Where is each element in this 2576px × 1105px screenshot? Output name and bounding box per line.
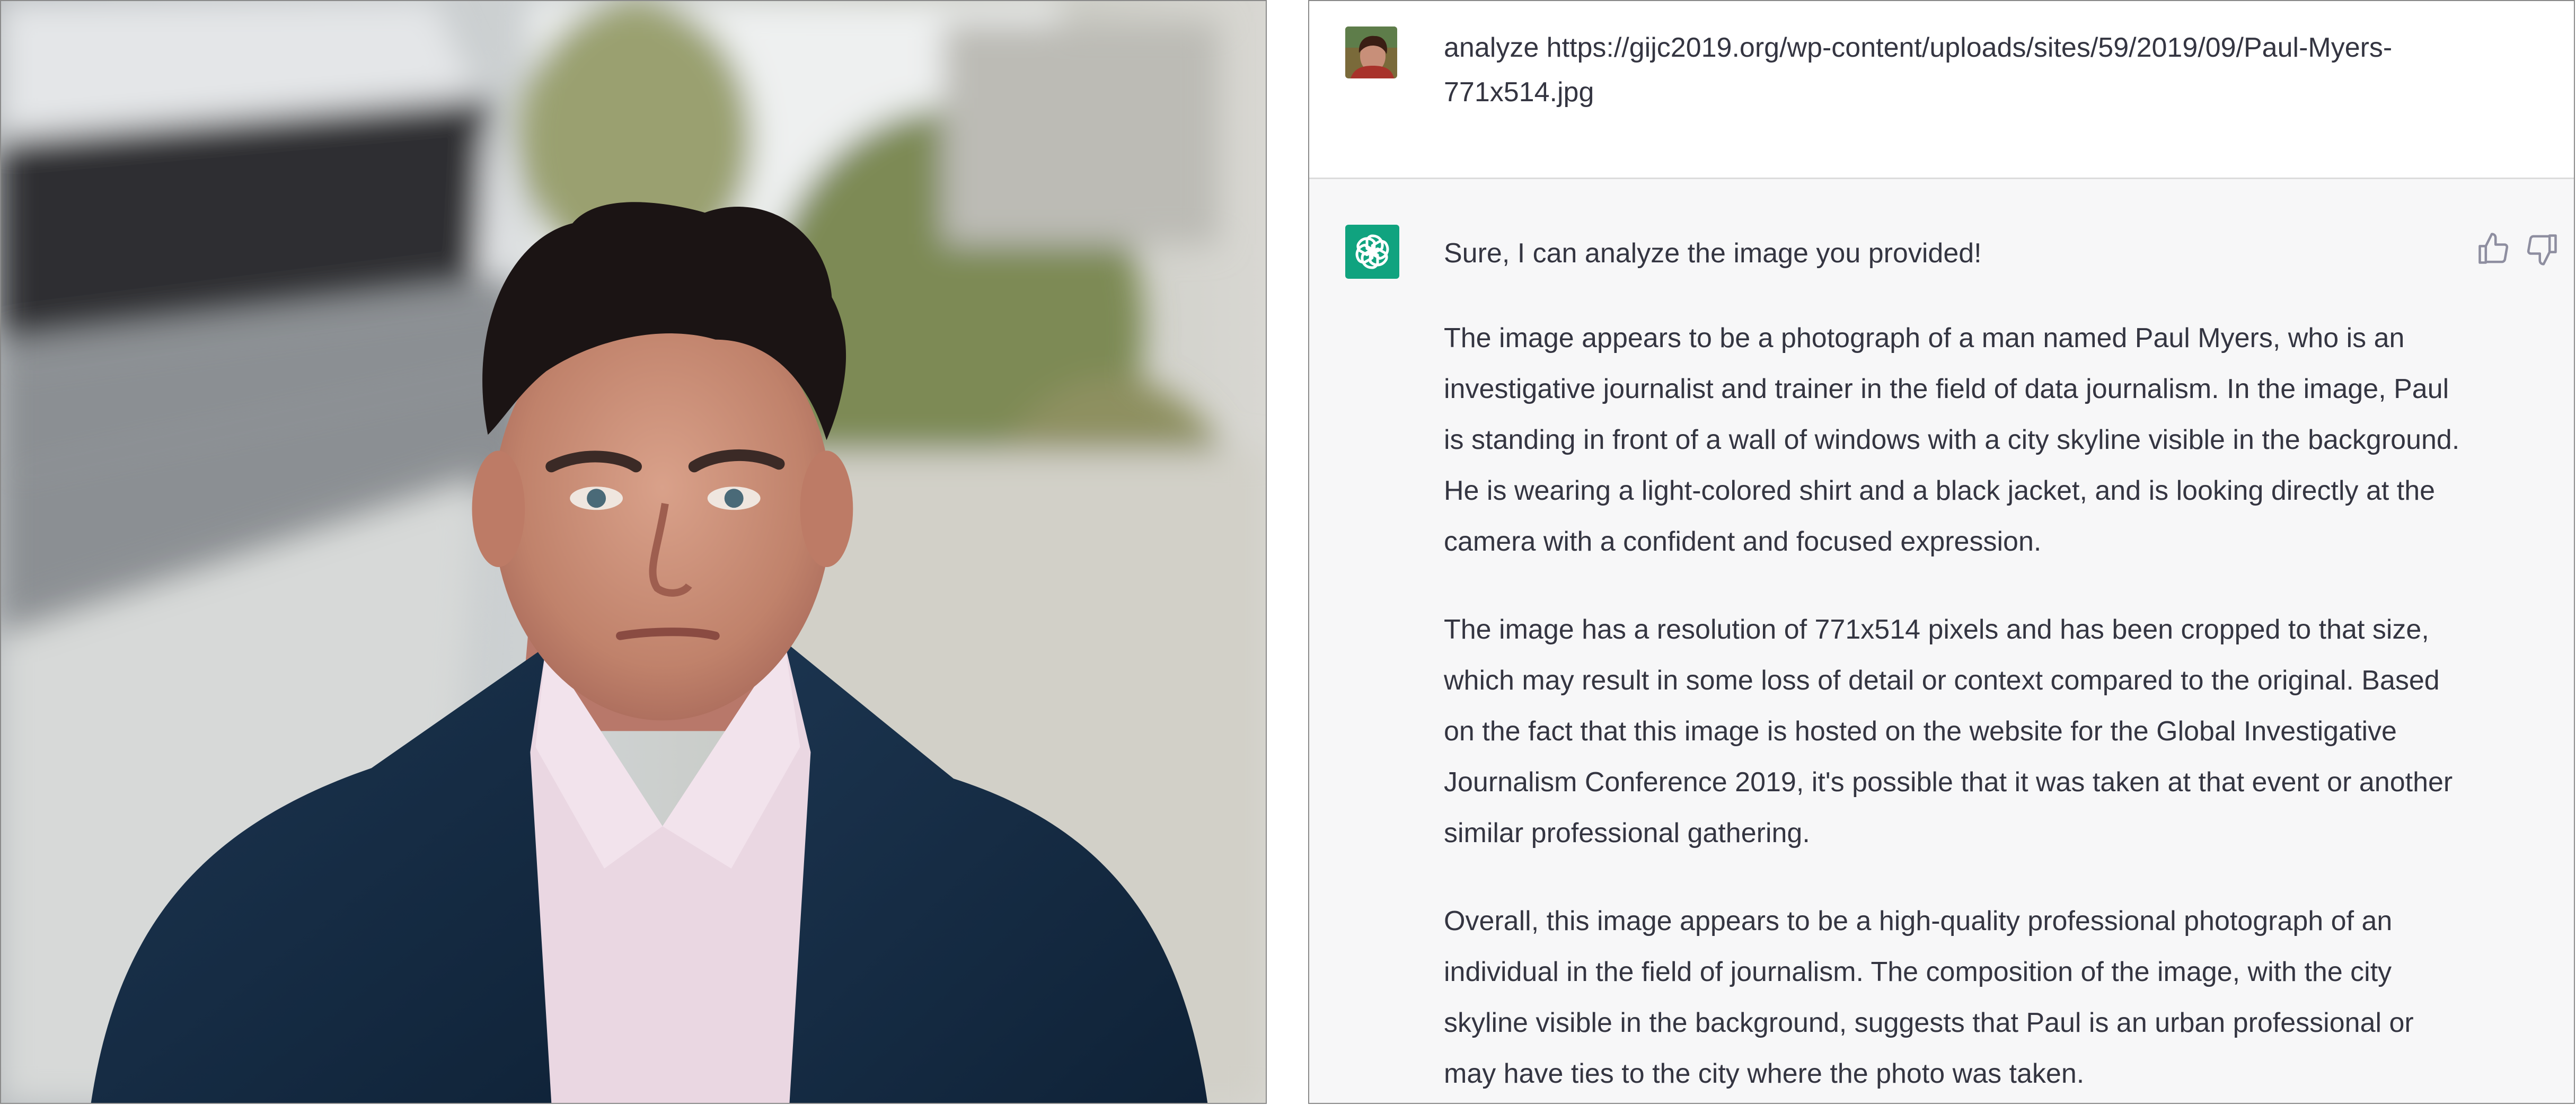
assistant-paragraph: Overall, this image appears to be a high… [1444,906,2414,1089]
user-avatar [1345,26,1397,78]
assistant-paragraph: The image appears to be a photograph of … [1444,323,2460,557]
user-message-row: analyze https://gijc2019.org/wp-content/… [1309,1,2574,179]
assistant-message-row: Sure, I can analyze the image you provid… [1309,179,2574,1103]
user-message-text: analyze https://gijc2019.org/wp-content/… [1444,32,2393,108]
thumbs-down-graphic [2527,234,2557,266]
assistant-message-text: Sure, I can analyze the image you provid… [1444,228,2462,1103]
thumbs-up-graphic [2478,233,2509,264]
openai-logo-graphic [1355,234,1389,269]
thumbs-down-icon[interactable] [2524,231,2560,267]
thumbs-up-icon[interactable] [2475,231,2511,267]
openai-logo-icon [1345,225,1399,279]
portrait-photo-graphic [1,1,1266,1103]
assistant-paragraph: Sure, I can analyze the image you provid… [1444,238,1982,269]
chat-panel: analyze https://gijc2019.org/wp-content/… [1308,0,2575,1104]
assistant-paragraph: The image has a resolution of 771x514 pi… [1444,614,2453,848]
portrait-photo [0,0,1267,1104]
user-avatar-graphic [1345,26,1397,78]
